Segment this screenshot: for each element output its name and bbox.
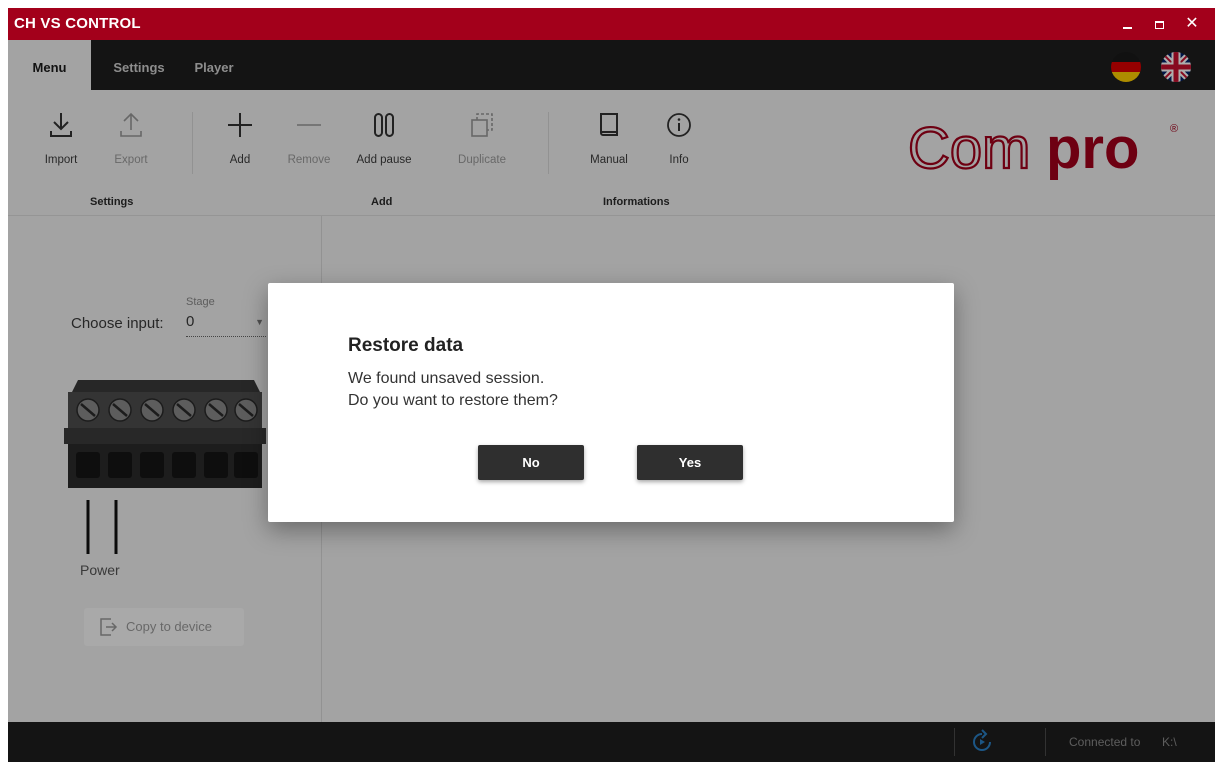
window-title: CH VS CONTROL — [14, 15, 141, 32]
close-icon[interactable]: ✕ — [1181, 14, 1203, 34]
dialog-title: Restore data — [348, 335, 464, 356]
restore-data-dialog: Restore data We found unsaved session. D… — [268, 283, 954, 522]
app-window: CH VS CONTROL ✕ Menu Settings Player Imp… — [8, 8, 1215, 762]
minimize-icon[interactable] — [1116, 14, 1138, 34]
maximize-icon[interactable] — [1148, 14, 1170, 34]
title-bar: CH VS CONTROL ✕ — [8, 8, 1215, 40]
yes-button[interactable]: Yes — [637, 445, 743, 480]
no-button[interactable]: No — [478, 445, 584, 480]
dialog-message-line1: We found unsaved session. — [348, 370, 545, 387]
dialog-message-line2: Do you want to restore them? — [348, 392, 558, 409]
